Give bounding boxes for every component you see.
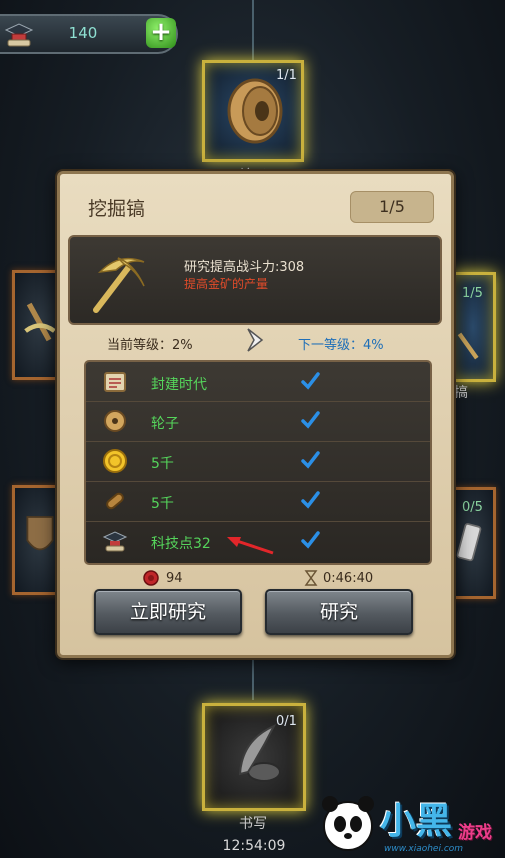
chevron-right-icon [247,328,264,352]
node-count: 1/1 [276,68,297,83]
list-item [86,442,430,482]
watermark-url: www.xiaohei.com [384,844,464,854]
node-label: 搞 [454,385,468,401]
node-count: 1/5 [462,286,483,301]
requirement-label: 科技点32 [151,536,211,552]
tech-point-icon [4,23,34,47]
instant-research-button[interactable]: 立即研究 [94,589,242,635]
list-item [86,482,430,522]
check-icon [301,411,320,429]
dialog-title: 挖掘镐 [88,198,146,220]
requirement-label: 5千 [151,456,174,472]
scroll-icon [456,523,482,562]
node-count: 0/1 [276,714,297,729]
quill-icon [238,723,281,782]
wood-log-icon [106,492,124,510]
shield-icon [26,516,54,551]
description-power: 研究提高战斗力:308 [184,260,305,275]
tree-connector-bottom [252,660,254,700]
add-resource-button[interactable]: + [146,18,176,48]
wheel-icon [227,78,283,144]
list-item [86,402,430,442]
watermark-text: 小黑 [380,801,453,842]
node-label: 书写 [239,816,267,832]
wax-seal-icon [143,570,159,586]
requirement-label: 封建时代 [151,377,207,393]
watermark-subtext: 游戏 [458,823,492,843]
gold-coin-icon [103,449,127,473]
check-icon [301,491,320,509]
resource-value: 140 [68,24,98,42]
arrow-pointer-icon [227,537,274,555]
description-effect: 提高金矿的产量 [184,277,269,291]
check-icon [301,531,320,549]
node-count: 0/5 [462,500,483,515]
requirement-label: 轮子 [151,416,179,432]
wheel-icon [104,410,126,432]
page-indicator: 1/5 [350,191,434,223]
cost-value: 94 [166,571,183,586]
current-level: 当前等级：2% [107,338,193,353]
research-time: 0:46:40 [323,571,374,586]
requirement-label: 5千 [151,496,174,512]
list-item [86,362,430,402]
pickaxe-icon [93,257,145,313]
check-icon [301,451,320,469]
research-timer: 12:54:09 [222,838,286,854]
next-level: 下一等级：4% [298,338,384,353]
tech-point-icon [102,531,128,552]
pickaxe-icon [24,302,56,342]
check-icon [301,372,320,390]
scroll-icon [104,372,126,392]
hourglass-icon [304,570,318,586]
tree-connector-top [252,0,254,60]
hammer-icon [457,332,479,360]
research-button[interactable]: 研究 [265,589,413,635]
